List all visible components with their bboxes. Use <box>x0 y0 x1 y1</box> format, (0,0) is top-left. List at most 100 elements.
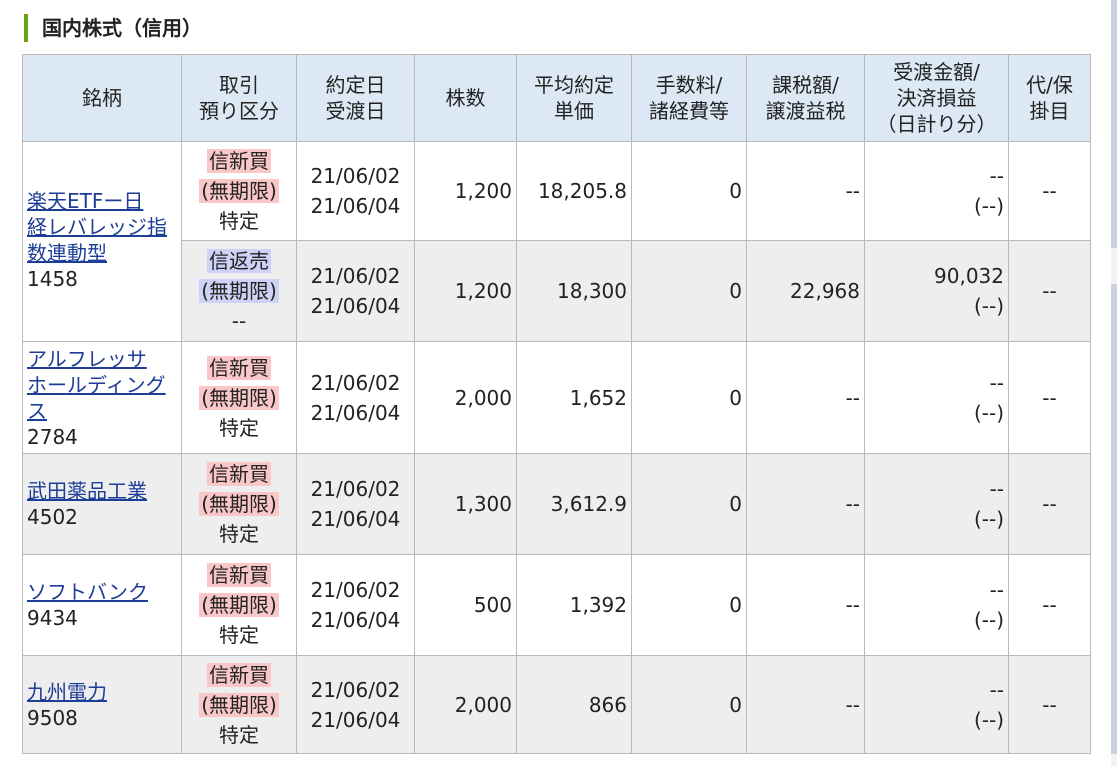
trade-period: (無期限) <box>199 492 279 516</box>
stock-name-link[interactable]: アルフレッサ ホールディングス <box>27 346 177 424</box>
stock-name-link[interactable]: ソフトバンク <box>27 579 177 605</box>
account-type: 特定 <box>219 522 259 546</box>
table-row: 九州電力 9508 信新買 (無期限) 特定 21/06/02 21/06/04… <box>22 655 1091 754</box>
table-row: 信返売 (無期限) -- 21/06/02 21/06/04 1,200 18,… <box>23 240 1091 342</box>
daily-pl: (--) <box>973 707 1004 732</box>
trade-type-badge: 信返売 <box>207 249 271 273</box>
margin-ratio-cell: -- <box>1008 341 1091 454</box>
avg-price-cell: 18,205.8 <box>516 141 632 241</box>
table-row: ソフトバンク 9434 信新買 (無期限) 特定 21/06/02 21/06/… <box>22 554 1091 656</box>
margin-trades-table: 銘柄 取引 預り区分 約定日 受渡日 株数 平均約定 単価 手数料/諸経費等 課税額/… <box>22 54 1091 754</box>
col-header-name: 銘柄 <box>22 54 182 142</box>
trade-type-badge: 信新買 <box>207 149 271 173</box>
tax-cell: -- <box>746 655 865 754</box>
avg-price-cell: 866 <box>516 655 632 754</box>
trade-date: 21/06/02 <box>310 677 401 702</box>
amount-cell: -- (--) <box>864 341 1009 454</box>
scrollbar-thumb-lower[interactable] <box>1111 284 1117 754</box>
tax-cell: -- <box>746 341 865 454</box>
dates-cell: 21/06/02 21/06/04 <box>296 141 415 241</box>
amount-value: 90,032 <box>934 264 1004 288</box>
trade-date: 21/06/02 <box>310 264 401 288</box>
trade-type-cell: 信返売 (無期限) -- <box>181 240 297 342</box>
settle-date: 21/06/04 <box>310 294 401 318</box>
trade-period: (無期限) <box>199 279 279 303</box>
amount-cell: -- (--) <box>864 655 1009 754</box>
col-header-avg-price: 平均約定 単価 <box>516 54 632 142</box>
account-type: 特定 <box>219 209 259 233</box>
settle-date: 21/06/04 <box>310 608 401 632</box>
fee-cell: 0 <box>631 240 747 342</box>
col-header-fees: 手数料/諸経費等 <box>631 54 747 142</box>
settle-date: 21/06/04 <box>310 507 401 531</box>
scrollbar-thumb[interactable] <box>1111 0 1117 248</box>
trade-type-cell: 信新買 (無期限) 特定 <box>181 341 297 454</box>
amount-cell: -- (--) <box>864 141 1009 241</box>
trade-period: (無期限) <box>199 179 279 203</box>
margin-ratio-cell: -- <box>1008 655 1091 754</box>
trade-period: (無期限) <box>199 385 279 410</box>
stock-name-cell: 楽天ETFー日 経レバレッジ指 数連動型 1458 <box>22 141 182 342</box>
avg-price-cell: 3,612.9 <box>516 453 632 555</box>
tax-cell: -- <box>746 453 865 555</box>
amount-cell: -- (--) <box>864 554 1009 656</box>
col-header-margin-ratio: 代/保 掛目 <box>1008 54 1091 142</box>
account-type: -- <box>231 309 247 333</box>
quantity-cell: 1,200 <box>414 141 517 241</box>
daily-pl: (--) <box>973 400 1004 425</box>
trade-date: 21/06/02 <box>310 578 401 602</box>
trade-type-cell: 信新買 (無期限) 特定 <box>181 554 297 656</box>
trade-type-badge: 信新買 <box>207 462 271 486</box>
margin-ratio-cell: -- <box>1008 240 1091 342</box>
stock-code: 4502 <box>27 505 78 529</box>
margin-ratio-cell: -- <box>1008 141 1091 241</box>
daily-pl: (--) <box>973 194 1004 218</box>
scrollbar[interactable] <box>1111 0 1117 766</box>
settle-date: 21/06/04 <box>310 400 401 425</box>
margin-ratio-cell: -- <box>1008 554 1091 656</box>
col-header-tax: 課税額/譲渡益税 <box>746 54 865 142</box>
stock-name-link[interactable]: 九州電力 <box>27 679 177 705</box>
avg-price-cell: 18,300 <box>516 240 632 342</box>
account-type: 特定 <box>219 415 259 440</box>
fee-cell: 0 <box>631 554 747 656</box>
stock-name-cell: 九州電力 9508 <box>22 655 182 754</box>
section-title: 国内株式（信用） <box>24 14 202 42</box>
trade-date: 21/06/02 <box>310 370 401 395</box>
tax-cell: 22,968 <box>746 240 865 342</box>
trade-date: 21/06/02 <box>310 477 401 501</box>
quantity-cell: 2,000 <box>414 341 517 454</box>
trade-period: (無期限) <box>199 593 279 617</box>
stock-code: 2784 <box>27 424 78 449</box>
amount-value: -- <box>989 477 1004 501</box>
header-row: 銘柄 取引 預り区分 約定日 受渡日 株数 平均約定 単価 手数料/諸経費等 課税額/… <box>22 54 1091 142</box>
tax-cell: -- <box>746 141 865 241</box>
settle-date: 21/06/04 <box>310 194 401 218</box>
account-type: 特定 <box>219 623 259 647</box>
amount-value: -- <box>989 370 1004 395</box>
tax-cell: -- <box>746 554 865 656</box>
settle-date: 21/06/04 <box>310 707 401 732</box>
avg-price-cell: 1,652 <box>516 341 632 454</box>
daily-pl: (--) <box>973 294 1004 318</box>
col-header-trade-type: 取引 預り区分 <box>181 54 297 142</box>
fee-cell: 0 <box>631 453 747 555</box>
amount-value: -- <box>989 164 1004 188</box>
stock-name-link[interactable]: 武田薬品工業 <box>27 478 177 504</box>
amount-cell: 90,032 (--) <box>864 240 1009 342</box>
trade-type-badge: 信新買 <box>207 662 271 687</box>
trade-period: (無期限) <box>199 692 279 717</box>
stock-name-link[interactable]: 楽天ETFー日 経レバレッジ指 数連動型 <box>27 188 177 266</box>
stock-name-cell: アルフレッサ ホールディングス 2784 <box>22 341 182 454</box>
amount-value: -- <box>989 677 1004 702</box>
dates-cell: 21/06/02 21/06/04 <box>296 655 415 754</box>
trade-type-cell: 信新買 (無期限) 特定 <box>181 655 297 754</box>
daily-pl: (--) <box>973 608 1004 632</box>
col-header-quantity: 株数 <box>414 54 517 142</box>
table-row: アルフレッサ ホールディングス 2784 信新買 (無期限) 特定 21/06/0… <box>22 341 1091 454</box>
table-row: 楽天ETFー日 経レバレッジ指 数連動型 1458 信新買 (無期限) 特定 21/… <box>22 141 1091 342</box>
trade-type-cell: 信新買 (無期限) 特定 <box>181 453 297 555</box>
col-header-dates: 約定日 受渡日 <box>296 54 415 142</box>
amount-value: -- <box>989 578 1004 602</box>
daily-pl: (--) <box>973 507 1004 531</box>
